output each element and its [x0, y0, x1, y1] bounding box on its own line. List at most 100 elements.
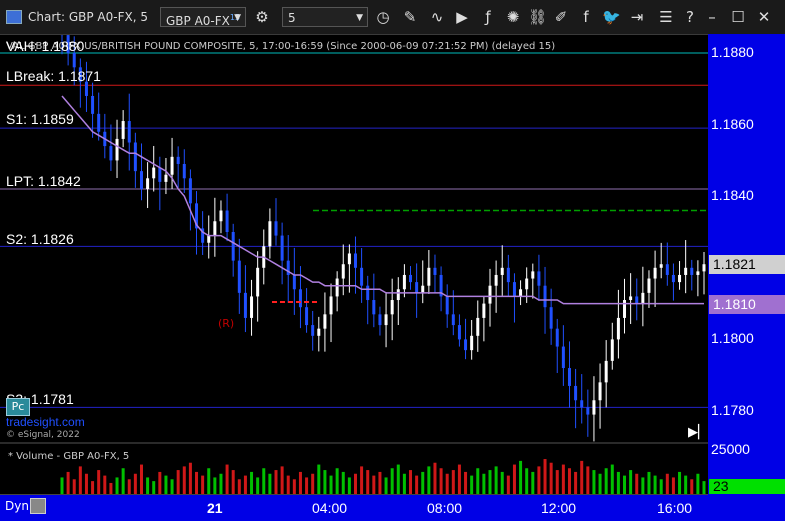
price-axis[interactable] [708, 34, 785, 443]
volume-bar [653, 475, 657, 494]
volume-bar [555, 470, 559, 494]
volume-bar [616, 471, 620, 494]
settings-icon[interactable]: ✺ [504, 8, 522, 26]
volume-bar [347, 477, 351, 494]
volume-bar [243, 475, 247, 494]
interval-input[interactable]: 5 ▼ [282, 7, 368, 27]
volume-bar [292, 479, 296, 494]
volume-bar [103, 475, 107, 494]
edit-icon[interactable]: ✐ [552, 8, 570, 26]
volume-bar [164, 475, 168, 494]
help-icon[interactable]: ? [681, 8, 699, 26]
minimize-icon[interactable]: – [703, 8, 721, 26]
volume-bar [219, 473, 223, 494]
candle-body [402, 274, 406, 290]
volume-bar [525, 468, 529, 494]
volume-bar [390, 468, 394, 494]
candle-body [647, 278, 651, 293]
symbol-value: GBP A0-FX [166, 14, 230, 28]
fx-icon[interactable]: ƒ [479, 8, 497, 26]
candle-body [188, 178, 192, 204]
dyn-label: Dyn [5, 499, 29, 513]
price-tick: 1.1860 [711, 115, 754, 132]
candle-body [549, 307, 553, 329]
volume-bar [439, 468, 443, 494]
candle-body [678, 274, 682, 283]
price-tick: 1.1840 [711, 187, 754, 204]
pencil-icon[interactable]: ✎ [401, 8, 419, 26]
volume-bar [360, 466, 364, 494]
symbol-input[interactable]: GBP A0-FX15 ▼ [160, 7, 246, 28]
candle-body [127, 121, 131, 143]
close-icon[interactable]: ✕ [755, 8, 773, 26]
gear-icon[interactable]: ⚙ [253, 8, 271, 26]
candle-body [525, 278, 529, 290]
time-tick: 21 [207, 500, 223, 516]
volume-bar [512, 464, 516, 494]
volume-bar [610, 464, 614, 494]
candle-body [445, 296, 449, 315]
candle-body [292, 274, 296, 290]
candle-body [506, 267, 510, 283]
candle-body [561, 346, 565, 369]
volume-bar [97, 470, 101, 494]
pc-badge[interactable]: Pc [6, 398, 30, 416]
price-tick: 1.1880 [711, 44, 754, 60]
twitter-icon[interactable]: 🐦 [602, 8, 621, 26]
candle-body [555, 328, 559, 347]
volume-bar [146, 477, 150, 494]
link-icon[interactable]: ⛓ [528, 8, 547, 26]
candle-body [225, 210, 229, 232]
price-tick: 1.1780 [711, 402, 754, 418]
candle-body [139, 171, 143, 190]
volume-bar [482, 473, 486, 494]
candle-body [237, 260, 241, 293]
candle-body [146, 178, 150, 190]
candle-body [531, 271, 535, 279]
candle-body [231, 232, 235, 261]
volume-bar [188, 462, 192, 494]
candle-body [164, 174, 168, 182]
volume-bar [494, 466, 498, 494]
scroll-to-end-icon[interactable]: ▶▏ [688, 425, 708, 440]
maximize-icon[interactable]: ☐ [729, 8, 747, 26]
copyright-text: © eSignal, 2022 [6, 430, 80, 440]
price-tick: 1.1800 [711, 330, 754, 347]
candle-body [384, 314, 388, 326]
play-icon[interactable]: ▶ [453, 8, 471, 26]
facebook-icon[interactable]: f [577, 8, 595, 26]
candle-body [580, 400, 584, 408]
volume-bar [415, 475, 419, 494]
volume-bar [298, 471, 302, 494]
volume-bar [623, 475, 627, 494]
candle-body [152, 167, 156, 179]
volume-bar [543, 459, 547, 494]
candle-body [372, 300, 376, 315]
volume-bar [567, 468, 571, 494]
lock-icon[interactable] [30, 498, 46, 514]
clock-icon[interactable]: ◷ [374, 8, 392, 26]
candle-body [329, 296, 333, 315]
volume-bar [182, 466, 186, 494]
volume-bar [586, 466, 590, 494]
volume-bar [531, 471, 535, 494]
candle-body [659, 264, 663, 268]
candle-body [207, 235, 211, 243]
level-label-lbreak: LBreak: 1.1871 [6, 68, 101, 84]
volume-bar [409, 470, 413, 494]
volume-bar [91, 481, 95, 494]
moving-average-price-badge: 1.1810 [709, 294, 785, 314]
candle-body [635, 296, 639, 304]
volume-bar [170, 479, 174, 494]
candle-body [427, 267, 431, 286]
candle-body [451, 314, 455, 326]
menu-icon[interactable]: ☰ [657, 8, 675, 26]
candle-body [219, 210, 223, 222]
volume-bar [268, 473, 272, 494]
share-icon[interactable]: ⇥ [628, 8, 646, 26]
line-chart-icon[interactable]: ∿ [428, 8, 446, 26]
volume-bar [139, 464, 143, 494]
volume-bar [207, 468, 211, 494]
candle-body [476, 317, 480, 336]
volume-bar [256, 477, 260, 494]
